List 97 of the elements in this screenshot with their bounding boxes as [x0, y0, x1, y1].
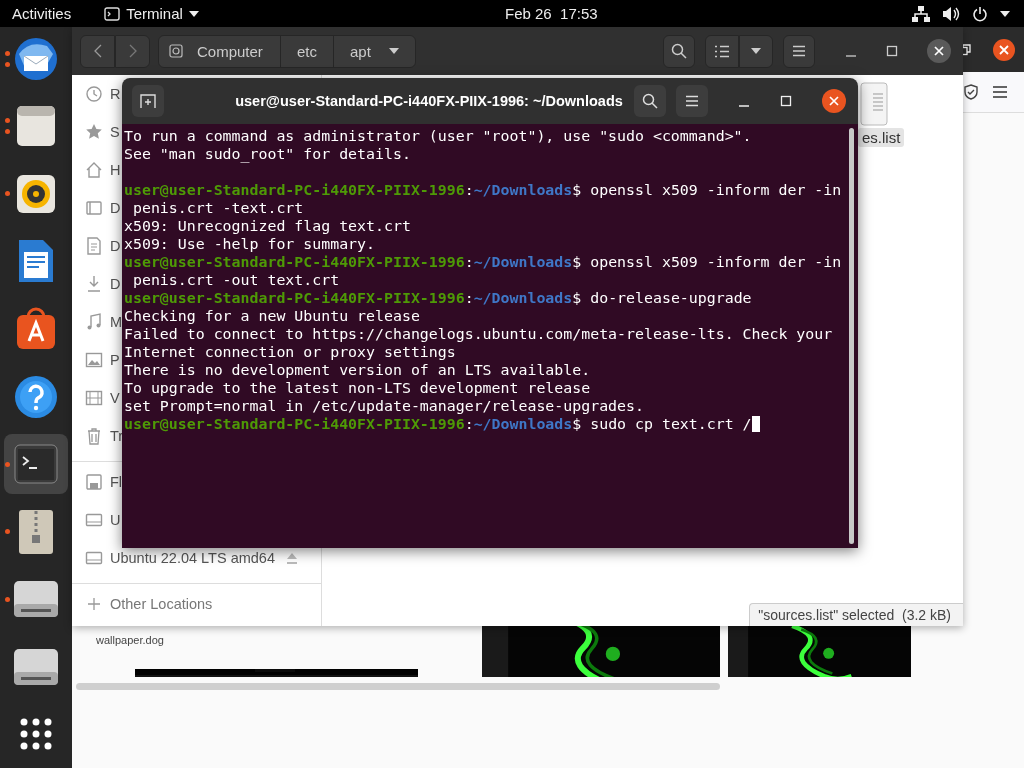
back-button[interactable] [80, 34, 115, 68]
window-title: user@user-Standard-PC-i440FX-PIIX-1996: ~/Downloads [234, 93, 624, 109]
download-icon [85, 275, 103, 293]
sidebar-item[interactable]: V [85, 388, 120, 408]
terminal-line: x509: Unrecognized flag text.crt [124, 217, 412, 235]
shield-icon[interactable] [963, 84, 979, 100]
path-button[interactable]: Computer [159, 35, 281, 67]
terminal-line: Checking for a new Ubuntu release [124, 307, 421, 325]
terminal-line: penis.crt -text.crt [131, 199, 305, 217]
search-icon [642, 93, 658, 109]
terminal-line: Internet connection or proxy settings [124, 343, 457, 361]
home-icon [85, 161, 103, 179]
list-view-button[interactable] [705, 34, 739, 68]
clock-icon [85, 85, 103, 103]
app-grid-icon [20, 718, 52, 751]
star-icon [85, 123, 103, 141]
caret-icon [388, 48, 399, 54]
document-icon [85, 237, 103, 255]
terminal-line: user@user-Standard-PC-i440FX-PIIX-1996:~/Downloads$ openssl x509 -inform der -in [124, 253, 843, 271]
scrollbar-thumb[interactable] [76, 683, 720, 690]
activities-button[interactable]: Activities [12, 5, 72, 22]
image-icon [85, 351, 103, 369]
source-link[interactable]: wallpaper.dog [96, 634, 462, 646]
path-button[interactable]: apt [334, 35, 415, 67]
sidebar-item[interactable]: Tr [85, 426, 124, 446]
search-button[interactable] [634, 85, 666, 117]
chevron-left-icon [93, 44, 102, 58]
menu-icon [685, 95, 699, 107]
terminal-line: set Prompt=normal in /etc/update-manager/release-upgrades. [124, 397, 645, 415]
search-icon [671, 43, 687, 59]
terminal-line: To run a command as administrator (user "root"), use "sudo <command>". [124, 127, 753, 145]
sidebar-item[interactable]: S [85, 122, 120, 142]
sidebar-item[interactable]: P [85, 350, 120, 370]
status-label: "sources.list" selected (3.2 kB) [749, 603, 963, 626]
terminal-line: x509: Use -help for summary. [124, 235, 377, 253]
file-name[interactable]: es.list [858, 128, 905, 147]
desktop-icon [85, 199, 103, 217]
close-icon[interactable] [822, 89, 846, 113]
menu-button[interactable] [676, 85, 708, 117]
view-options-button[interactable] [739, 34, 773, 68]
caret-icon [188, 10, 199, 17]
chevron-right-icon [128, 44, 137, 58]
plus-icon [85, 595, 103, 613]
maximize-icon[interactable] [886, 45, 898, 57]
sidebar-item[interactable]: H [85, 160, 121, 180]
shopping-bag-icon [14, 306, 58, 351]
sidebar-item[interactable]: D [85, 274, 121, 294]
terminal-line: penis.crt -out text.crt [131, 271, 341, 289]
caret-icon[interactable] [1000, 10, 1010, 17]
drive-icon [85, 511, 103, 529]
music-note-icon [85, 313, 103, 331]
search-button[interactable] [663, 34, 695, 68]
terminal-icon [14, 444, 58, 485]
clock[interactable]: Feb 26 17:53 [505, 5, 598, 22]
menu-button[interactable] [783, 34, 815, 68]
sidebar-item[interactable]: D [85, 236, 121, 256]
speaker-icon [15, 172, 57, 215]
caret-icon [751, 48, 761, 54]
zip-file-icon [18, 508, 54, 555]
power-icon[interactable] [972, 5, 988, 22]
folder-icon [16, 104, 56, 149]
close-icon[interactable] [993, 38, 1015, 61]
sidebar-item[interactable]: R [85, 84, 121, 104]
list-icon [714, 44, 730, 58]
app-menu[interactable]: Terminal [104, 5, 199, 22]
terminal-line: user@user-Standard-PC-i440FX-PIIX-1996:~/Downloads$ openssl x509 -inform der -in [124, 181, 843, 199]
volume-icon[interactable] [942, 5, 960, 22]
close-icon[interactable] [927, 39, 951, 63]
document-icon [17, 238, 55, 285]
network-icon[interactable] [912, 5, 930, 22]
trash-icon [85, 427, 103, 445]
sidebar-item[interactable]: M [85, 312, 123, 332]
new-tab-button[interactable] [132, 85, 164, 117]
sidebar-item[interactable]: D [85, 198, 121, 218]
disk-icon [169, 44, 183, 58]
help-icon [14, 374, 58, 419]
drive-icon [13, 647, 59, 686]
sidebar-item[interactable]: Other Locations [85, 594, 213, 614]
new-tab-icon [140, 93, 156, 109]
terminal-line: To upgrade to the latest non-LTS development release [124, 379, 592, 397]
mail-bird-icon [13, 35, 59, 82]
sidebar-item[interactable]: Ubuntu 22.04 LTS amd64 [85, 548, 275, 568]
drive-icon [85, 549, 103, 567]
terminal-line: Failed to connect to https://changelogs.ubuntu.com/meta-release-lts. Check your [124, 325, 834, 343]
terminal-line: user@user-Standard-PC-i440FX-PIIX-1996:~/Downloads$ sudo cp text.crt / [124, 415, 849, 433]
menu-icon [792, 45, 806, 57]
terminal-line: See "man sudo_root" for details. [124, 145, 412, 163]
terminal-icon [104, 6, 121, 21]
menu-icon[interactable] [992, 85, 1008, 99]
scrollbar[interactable] [849, 128, 854, 544]
path-button[interactable]: etc [281, 35, 334, 67]
film-icon [85, 389, 103, 407]
sidebar-item[interactable]: U [85, 510, 121, 530]
terminal-line: There is no development version of an LTS available. [124, 361, 592, 379]
sidebar-item[interactable]: Fl [85, 472, 123, 492]
terminal-line: user@user-Standard-PC-i440FX-PIIX-1996:~/Downloads$ do-release-upgrade [124, 289, 753, 307]
drive-icon [13, 580, 59, 619]
